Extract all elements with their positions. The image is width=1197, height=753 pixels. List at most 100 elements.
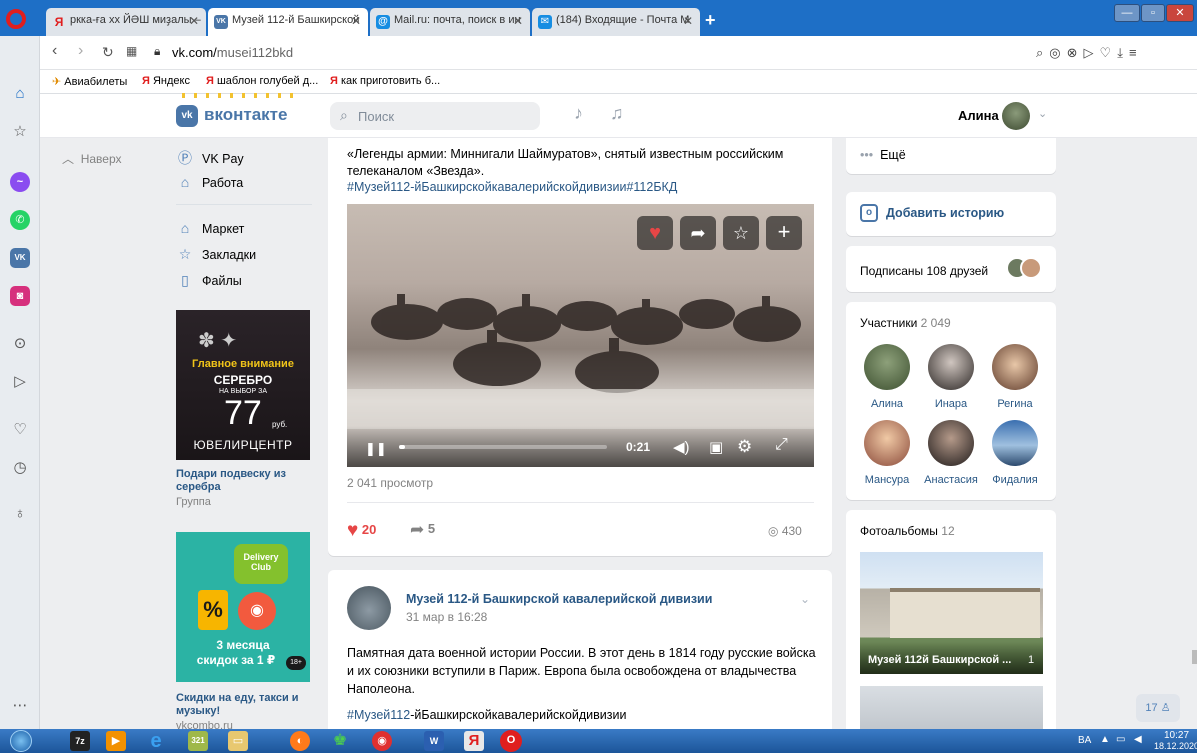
menu-item-vkpay[interactable]: Ⓟ VK Pay xyxy=(176,148,244,168)
video-progress-track[interactable] xyxy=(399,445,607,449)
mini-player-icon[interactable]: ▣ xyxy=(709,438,723,456)
fullscreen-icon[interactable]: ⤢ xyxy=(775,436,788,454)
album-cover[interactable]: Музей 112й Башкирской ... 1 xyxy=(860,552,1043,674)
menu-icon[interactable]: ≡ xyxy=(1129,45,1143,60)
browser-tab-3[interactable]: @ Mail.ru: почта, поиск в ин ✕ xyxy=(370,8,530,36)
friends-subscribed-card[interactable]: Подписаны 108 друзей xyxy=(846,246,1056,292)
group-avatar[interactable] xyxy=(347,586,391,630)
browser-tab-4[interactable]: ✉ (184) Входящие - Почта М ✕ xyxy=(532,8,700,36)
heart-icon[interactable]: ♡ xyxy=(10,420,30,440)
flow-icon[interactable]: ▷ xyxy=(10,372,30,392)
vk-logo-icon[interactable]: vk xyxy=(176,105,198,127)
share-icon[interactable]: ➦ xyxy=(680,216,716,250)
home-icon[interactable]: ⌂ xyxy=(10,84,30,104)
block-icon[interactable]: ⊗ xyxy=(1067,45,1084,60)
opera-taskbar-icon[interactable]: O xyxy=(500,730,522,752)
maximize-window-icon[interactable]: ▫ xyxy=(1141,4,1165,22)
firefox-icon[interactable]: ◐ xyxy=(290,731,310,751)
share-button[interactable]: ➦ 5 xyxy=(410,520,435,540)
album-cover-2[interactable] xyxy=(860,686,1043,729)
close-tab-icon[interactable]: ✕ xyxy=(513,14,523,28)
bookmark-2[interactable]: Я Яндекс xyxy=(142,75,190,87)
user-avatar[interactable] xyxy=(1002,102,1030,130)
browser-tab-2[interactable]: VK Музей 112-й Башкирской ✕ xyxy=(208,8,368,36)
internet-explorer-icon[interactable]: e xyxy=(146,731,166,751)
yandex-browser-icon[interactable]: Я xyxy=(464,731,484,751)
more-button[interactable]: ••• Ещё xyxy=(860,148,906,162)
calendar-icon[interactable]: 321 xyxy=(188,731,208,751)
send-icon[interactable]: ▷ xyxy=(1084,45,1100,60)
language-indicator[interactable]: BA xyxy=(1078,735,1091,746)
more-icon[interactable]: ⋯ xyxy=(10,696,30,716)
search-input[interactable]: ⌕ Поиск xyxy=(330,102,540,130)
volume-icon[interactable]: ◀) xyxy=(673,438,690,456)
menu-item-jobs[interactable]: ⌂ Работа xyxy=(176,174,243,190)
video-player[interactable]: ♥ ➦ ☆ + ❚❚ 0:21 ◀) ▣ ⚙ ⤢ xyxy=(347,204,814,467)
hashtag-link[interactable]: #Музей112 xyxy=(347,180,410,194)
heart-icon[interactable]: ♡ xyxy=(1100,45,1118,60)
speed-dial-icon[interactable]: ▦ xyxy=(126,44,137,58)
close-tab-icon[interactable]: ✕ xyxy=(351,14,361,28)
bookmark-star-icon[interactable]: ☆ xyxy=(10,122,30,142)
member-avatar[interactable] xyxy=(992,344,1038,390)
bookmark-4[interactable]: Я как приготовить б... xyxy=(330,75,440,87)
music-icon[interactable]: ♫ xyxy=(610,103,624,124)
post-date[interactable]: 31 мар в 16:28 xyxy=(406,610,487,624)
member-avatar[interactable] xyxy=(864,344,910,390)
pause-icon[interactable]: ❚❚ xyxy=(365,441,387,457)
bookmark-star-icon[interactable]: ☆ xyxy=(723,216,759,250)
member-avatar[interactable] xyxy=(992,420,1038,466)
whatsapp-icon[interactable]: ✆ xyxy=(10,210,30,230)
reload-icon[interactable]: ↻ xyxy=(102,44,114,61)
camera-app-icon[interactable]: ◉ xyxy=(372,731,392,751)
bookmark-1[interactable]: ✈ Авиабилеты xyxy=(52,75,127,88)
bookmark-3[interactable]: Я шаблон голубей д... xyxy=(206,75,318,87)
camera-icon[interactable]: ◎ xyxy=(1049,45,1066,60)
menu-item-files[interactable]: ▯ Файлы xyxy=(176,272,242,289)
add-icon[interactable]: + xyxy=(766,216,802,250)
close-tab-icon[interactable]: ✕ xyxy=(189,14,199,28)
download-icon[interactable]: ⤓ xyxy=(1117,45,1129,60)
ad-banner-jewelry[interactable]: ✽ ✦ Главное внимание СЕРЕБРО НА ВЫБОР ЗА… xyxy=(176,310,310,460)
opera-logo-icon[interactable] xyxy=(6,9,26,29)
vk-icon[interactable]: VK xyxy=(10,248,30,268)
ad-title[interactable]: Подари подвеску из серебра xyxy=(176,468,310,494)
url-field[interactable]: vk.com/musei112bkd xyxy=(172,45,293,60)
chevron-down-icon[interactable]: ⌄ xyxy=(800,592,810,606)
back-to-top-button[interactable]: ︿ Наверх xyxy=(62,150,121,167)
scrollbar-handle[interactable] xyxy=(1192,650,1197,664)
player-icon[interactable]: ⊙ xyxy=(10,334,30,354)
agent-icon[interactable]: ♚ xyxy=(330,731,350,751)
member-name[interactable]: Регина xyxy=(974,398,1056,410)
ad-title[interactable]: Скидки на еду, такси и музыку! xyxy=(176,692,310,718)
chevron-down-icon[interactable]: ⌄ xyxy=(1038,107,1047,120)
settings-gear-icon[interactable]: ⚙ xyxy=(737,437,752,457)
instagram-icon[interactable]: ◙ xyxy=(10,286,30,306)
history-icon[interactable]: ◷ xyxy=(10,458,30,478)
menu-item-market[interactable]: ⌂ Маркет xyxy=(176,220,245,236)
members-header[interactable]: Участники 2 049 xyxy=(860,316,951,330)
lightbulb-icon[interactable]: ♁ xyxy=(10,504,30,524)
user-name[interactable]: Алина xyxy=(958,108,999,123)
close-tab-icon[interactable]: ✕ xyxy=(683,14,693,28)
close-window-icon[interactable]: ✕ xyxy=(1166,4,1194,22)
hashtag-rest[interactable]: -йБашкирскойкавалерийскойдивизии xyxy=(410,708,626,722)
member-name[interactable]: Фидалия xyxy=(974,474,1056,486)
windows-start-icon[interactable] xyxy=(10,730,32,752)
network-icon[interactable]: ▭ xyxy=(1116,734,1125,745)
new-tab-icon[interactable]: + xyxy=(705,10,716,31)
like-heart-icon[interactable]: ♥ xyxy=(637,216,673,250)
notifications-bell-icon[interactable]: ♪ xyxy=(574,103,583,124)
add-story-card[interactable]: o Добавить историю xyxy=(846,192,1056,236)
search-icon[interactable]: ⌕ xyxy=(1036,45,1049,60)
7zip-icon[interactable]: 7z xyxy=(70,731,90,751)
forward-icon[interactable]: › xyxy=(78,42,83,60)
member-avatar[interactable] xyxy=(928,344,974,390)
media-player-icon[interactable]: ▶ xyxy=(106,731,126,751)
menu-item-bookmarks[interactable]: ☆ Закладки xyxy=(176,246,256,263)
ad-banner-delivery[interactable]: Delivery Club % ◉ 3 месяца скидок за 1 ₽… xyxy=(176,532,310,682)
minimize-window-icon[interactable]: — xyxy=(1114,4,1140,22)
back-icon[interactable]: ‹ xyxy=(52,42,57,60)
hashtag-link[interactable]: #112БКД xyxy=(626,180,677,194)
chat-online-badge[interactable]: 17 ♙ xyxy=(1136,694,1180,722)
